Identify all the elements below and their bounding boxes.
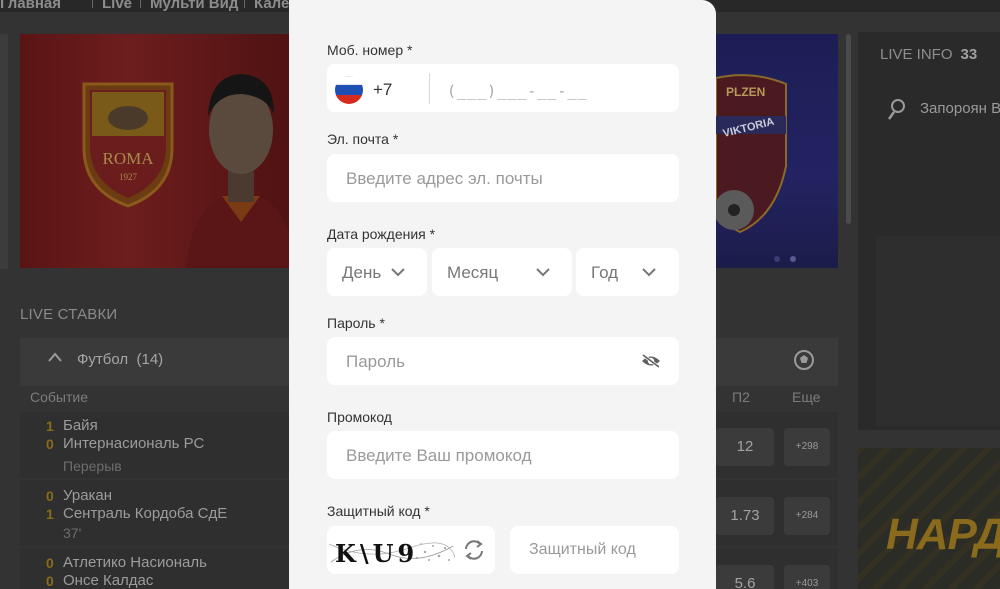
featured-player-name[interactable]: Запороян В [920,100,1000,117]
team-home: Атлетико Насиональ [63,554,207,571]
phone-label: Моб. номер * [327,42,413,58]
odd-p2-button[interactable]: 1.73 [716,497,774,535]
more-markets-button[interactable]: +284 [784,497,830,535]
live-info-label: LIVE INFO [880,46,953,63]
nav-divider [92,0,93,8]
score-away: 0 [46,573,54,589]
roma-crest-year: 1927 [119,172,138,182]
match-status: 37' [63,525,82,541]
score-home: 0 [46,555,54,571]
password-label: Пароль * [327,315,385,331]
live-info-title: LIVE INFO 33 [880,46,977,63]
person-search-icon [887,99,905,120]
soccer-ball-icon [794,350,814,370]
live-info-content [876,236,1000,426]
captcha-label: Защитный код * [327,503,430,519]
match-banner-plzen[interactable]: PLZEN VIKTORIA [716,34,838,268]
nav-divider [140,0,141,8]
sport-count: (14) [136,351,164,368]
score-away: 1 [46,506,54,522]
refresh-icon[interactable] [462,538,486,562]
odd-p2-button[interactable]: 12 [716,428,774,466]
team-away: Онсе Калдас [63,572,154,589]
promo-label: Промокод [327,409,392,425]
live-info-count: 33 [960,46,978,63]
nav-item-live[interactable]: Live [102,0,132,12]
phone-divider [429,73,430,104]
birthdate-label: Дата рождения * [327,226,436,242]
column-header-event: Событие [30,389,88,405]
team-home: Байя [63,417,98,434]
scrollbar[interactable] [846,34,851,224]
day-select-value: День [342,263,382,282]
team-away: Интернасиональ РС [63,435,205,452]
eye-off-icon[interactable] [640,353,662,369]
player-photo [186,74,290,268]
chevron-down-icon [536,268,550,277]
phone-input[interactable]: (___)___-__-__ [447,82,587,100]
plzen-crest-top: PLZEN [726,85,765,99]
nav-item-multiview[interactable]: Мульти Вид [150,0,238,12]
carousel-prev-edge [0,34,8,269]
nav-divider [244,0,245,8]
email-input[interactable]: Введите адрес эл. почты [346,169,543,189]
team-away: Сентраль Кордоба СдЕ [63,505,228,522]
captcha-input[interactable]: Защитный код [529,541,636,559]
chevron-up-icon[interactable] [48,352,62,362]
plzen-crest-icon: PLZEN VIKTORIA [716,74,787,234]
column-header-more: Еще [792,389,821,405]
password-input[interactable]: Пароль [346,352,405,372]
email-label: Эл. почта * [327,131,399,147]
match-banner-roma[interactable]: ROMA 1927 [20,34,290,268]
sport-title: Футбол (14) [77,351,163,368]
score-away: 0 [46,436,54,452]
promo-banner-text: НАРД [886,510,1000,559]
odd-p2-button[interactable]: 5.6 [716,565,774,589]
roma-crest-name: ROMA [102,149,154,168]
roma-crest-icon: ROMA 1927 [82,82,174,208]
year-select-value: Год [591,263,619,282]
sport-name: Футбол [77,351,129,368]
carousel-dot[interactable] [774,256,780,262]
russia-flag-icon[interactable] [335,76,363,104]
nav-item-home[interactable]: Главная [0,0,61,12]
phone-country-code[interactable]: +7 [373,80,392,100]
month-select-value: Месяц [447,263,499,282]
section-title-live-bets: LIVE СТАВКИ [20,306,118,323]
promo-input[interactable]: Введите Ваш промокод [346,446,532,466]
captcha-image: K\U9 [329,532,455,570]
chevron-down-icon [642,268,656,277]
score-home: 0 [46,488,54,504]
more-markets-button[interactable]: +298 [784,428,830,466]
match-status: Перерыв [63,458,122,474]
more-markets-button[interactable]: +403 [784,565,830,589]
nav-item-calendar[interactable]: Кале [254,0,289,12]
chevron-down-icon [391,268,405,277]
score-home: 1 [46,418,54,434]
team-home: Уракан [63,487,113,504]
column-header-p2: П2 [732,389,750,405]
captcha-text: K\U9 [335,539,418,568]
carousel-dot[interactable] [790,256,796,262]
